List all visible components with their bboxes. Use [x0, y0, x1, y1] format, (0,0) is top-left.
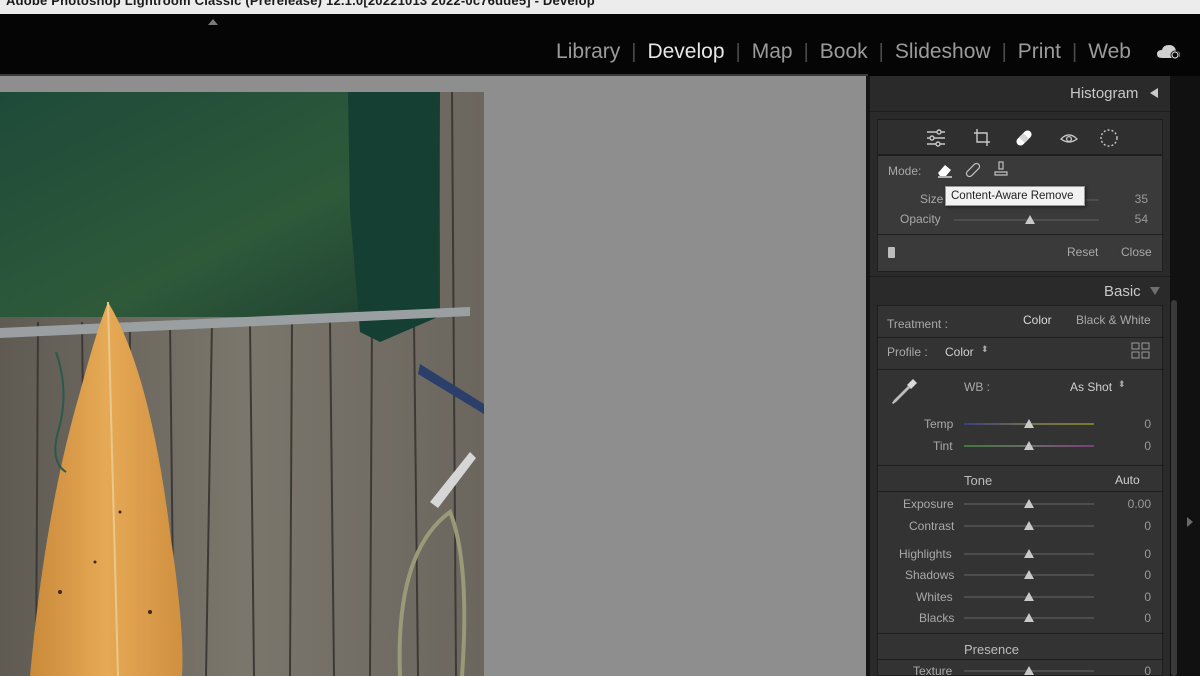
- basic-collapse-icon[interactable]: [1150, 287, 1160, 295]
- content-aware-remove-icon[interactable]: [936, 162, 954, 178]
- treatment-black-white[interactable]: Black & White: [1076, 313, 1151, 327]
- exposure-value[interactable]: 0.00: [1111, 497, 1151, 511]
- opacity-value[interactable]: 54: [1108, 212, 1148, 226]
- module-slideshow[interactable]: Slideshow: [884, 40, 1002, 64]
- tint-value[interactable]: 0: [1111, 439, 1151, 453]
- module-web[interactable]: Web: [1077, 40, 1142, 64]
- opacity-slider-thumb[interactable]: [1025, 215, 1035, 224]
- contrast-value[interactable]: 0: [1111, 519, 1151, 533]
- image-canvas[interactable]: [0, 76, 866, 676]
- presence-label: Presence: [964, 642, 1019, 657]
- masking-icon[interactable]: [1098, 128, 1120, 148]
- remove-tool-panel: Mode: Size 35 Opacity 54 Reset | Close: [877, 155, 1164, 272]
- texture-label: Texture: [913, 664, 953, 676]
- shadows-label: Shadows: [905, 568, 955, 582]
- whites-slider-thumb[interactable]: [1024, 592, 1034, 601]
- module-map[interactable]: Map: [741, 40, 804, 64]
- tone-label: Tone: [964, 473, 993, 488]
- heal-mode-icon[interactable]: [964, 162, 982, 178]
- close-button[interactable]: Close: [1121, 245, 1152, 259]
- whites-value[interactable]: 0: [1111, 590, 1151, 604]
- collapse-top-panel-icon[interactable]: [208, 19, 218, 25]
- blacks-value[interactable]: 0: [1111, 611, 1151, 625]
- healing-icon[interactable]: [1013, 128, 1035, 148]
- crop-icon[interactable]: [971, 128, 993, 148]
- blacks-slider-thumb[interactable]: [1024, 613, 1034, 622]
- texture-value[interactable]: 0: [1111, 664, 1151, 676]
- profile-label: Profile :: [887, 345, 928, 359]
- wb-label: WB :: [964, 380, 990, 394]
- wb-select[interactable]: As Shot: [1070, 380, 1112, 394]
- reset-button[interactable]: Reset: [1067, 245, 1098, 259]
- module-develop[interactable]: Develop: [636, 40, 735, 64]
- temp-slider-thumb[interactable]: [1024, 419, 1034, 428]
- tint-label: Tint: [933, 439, 953, 453]
- auto-button[interactable]: Auto: [1115, 473, 1140, 487]
- basic-header[interactable]: Basic: [1104, 283, 1141, 300]
- module-print[interactable]: Print: [1007, 40, 1072, 64]
- treatment-label: Treatment :: [887, 317, 948, 331]
- contrast-slider-thumb[interactable]: [1024, 521, 1034, 530]
- module-library[interactable]: Library: [545, 40, 631, 64]
- histogram-collapse-icon[interactable]: [1150, 88, 1158, 98]
- profile-browser-icon[interactable]: [1131, 342, 1151, 360]
- tool-strip: [877, 119, 1163, 155]
- size-value[interactable]: 35: [1108, 192, 1148, 206]
- exposure-label: Exposure: [903, 497, 954, 511]
- whites-label: Whites: [916, 590, 953, 604]
- highlights-slider-thumb[interactable]: [1024, 549, 1034, 558]
- module-picker: Library | Develop | Map | Book | Slideshow | …: [545, 40, 1142, 64]
- photo-preview[interactable]: [0, 92, 484, 676]
- treatment-color[interactable]: Color: [1023, 313, 1052, 327]
- highlights-value[interactable]: 0: [1111, 547, 1151, 561]
- profile-select[interactable]: Color: [945, 345, 974, 359]
- wb-eyedropper-icon[interactable]: [888, 376, 920, 408]
- temp-label: Temp: [924, 417, 954, 431]
- module-book[interactable]: Book: [809, 40, 879, 64]
- edit-sliders-icon[interactable]: [925, 128, 947, 148]
- temp-value[interactable]: 0: [1111, 417, 1151, 431]
- wb-dropdown-icon[interactable]: ⬍: [1118, 379, 1126, 390]
- tint-slider-thumb[interactable]: [1024, 441, 1034, 450]
- texture-slider-thumb[interactable]: [1024, 666, 1034, 675]
- collapse-right-panel-icon[interactable]: [1187, 517, 1193, 527]
- profile-dropdown-icon[interactable]: ⬍: [981, 344, 989, 355]
- basic-panel: Treatment : Color Black & White Profile …: [877, 305, 1164, 676]
- right-panel: Histogram Mode: Size 35 Opacity 54 Reset…: [870, 76, 1170, 676]
- tooltip: Content-Aware Remove: [945, 186, 1085, 206]
- toggle-switch-icon[interactable]: [888, 247, 895, 258]
- clone-mode-icon[interactable]: [992, 161, 1010, 177]
- exposure-slider-thumb[interactable]: [1024, 499, 1034, 508]
- window-title: Adobe Photoshop Lightroom Classic (Prere…: [6, 0, 595, 8]
- mode-label: Mode:: [888, 164, 922, 178]
- red-eye-icon[interactable]: [1058, 128, 1080, 148]
- cloud-sync-icon[interactable]: [1156, 44, 1182, 60]
- right-panel-scrollbar[interactable]: [1171, 300, 1177, 676]
- opacity-label: Opacity: [900, 212, 941, 226]
- highlights-label: Highlights: [899, 547, 952, 561]
- size-label: Size: [920, 192, 944, 206]
- shadows-slider-thumb[interactable]: [1024, 570, 1034, 579]
- module-picker-bar: Library | Develop | Map | Book | Slideshow | …: [0, 14, 1200, 76]
- shadows-value[interactable]: 0: [1111, 568, 1151, 582]
- window-title-bar: Adobe Photoshop Lightroom Classic (Prere…: [0, 0, 1200, 14]
- blacks-label: Blacks: [919, 611, 955, 625]
- histogram-header[interactable]: Histogram: [1070, 85, 1138, 102]
- contrast-label: Contrast: [909, 519, 955, 533]
